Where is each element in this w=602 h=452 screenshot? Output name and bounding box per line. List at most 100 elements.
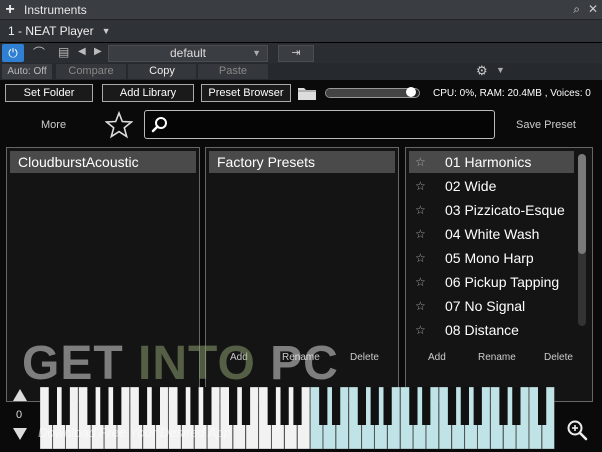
piano-black-key[interactable] — [538, 387, 547, 425]
piano-black-key[interactable] — [100, 387, 109, 425]
volume-slider[interactable] — [325, 87, 420, 98]
preset-list-item[interactable]: ☆ 06 Pickup Tapping — [409, 271, 574, 293]
folder-rename-button[interactable]: Rename — [282, 352, 320, 363]
piano-black-key[interactable] — [422, 387, 431, 425]
star-icon[interactable]: ☆ — [415, 151, 426, 173]
preset-rename-button[interactable]: Rename — [478, 352, 516, 363]
octave-down-button[interactable] — [13, 428, 27, 440]
piano-black-key[interactable] — [447, 387, 457, 425]
piano-black-key[interactable] — [473, 387, 482, 425]
window-titlebar: + Instruments ⌕ ✕ — [0, 0, 602, 20]
piano-black-key[interactable] — [319, 387, 328, 425]
piano-black-key[interactable] — [357, 387, 366, 425]
piano-black-key[interactable] — [138, 387, 148, 425]
piano-black-key[interactable] — [332, 387, 341, 425]
preset-select[interactable]: default ▼ — [108, 45, 268, 62]
library-header[interactable]: CloudburstAcoustic — [10, 151, 196, 173]
folder-header[interactable]: Factory Presets — [209, 151, 395, 173]
piano-black-key[interactable] — [460, 387, 469, 425]
preset-list-item[interactable]: ☆ 03 Pizzicato-Esque — [409, 199, 574, 221]
preset-select-value: default — [169, 46, 207, 60]
plugin-main-area: Set Folder Add Library Preset Browser CP… — [0, 80, 602, 452]
preset-panel[interactable]: ☆ 01 Harmonics ☆ 02 Wide ☆ 03 Pizzicato-Esque… — [405, 147, 593, 402]
power-icon[interactable]: ⏻ — [2, 44, 24, 62]
compare-button[interactable]: Compare — [56, 64, 126, 79]
preset-list-item-label: 04 White Wash — [445, 226, 540, 242]
prev-preset-button[interactable]: ◀ — [78, 46, 86, 57]
set-folder-button[interactable]: Set Folder — [5, 84, 93, 102]
preset-list-item-label: 08 Distance — [445, 322, 519, 338]
piano-black-key[interactable] — [229, 387, 238, 425]
piano-black-key[interactable] — [512, 387, 521, 425]
preset-delete-button[interactable]: Delete — [544, 352, 573, 363]
star-icon[interactable]: ☆ — [415, 319, 426, 341]
expand-icon[interactable]: ⇥ — [278, 45, 314, 62]
next-preset-button[interactable]: ▶ — [94, 46, 102, 57]
piano-black-key[interactable] — [383, 387, 392, 425]
folder-panel[interactable]: Factory Presets — [205, 147, 399, 402]
piano-black-key[interactable] — [409, 387, 418, 425]
automation-row: Auto: Off Compare Copy Paste ⚙ ▼ — [0, 63, 602, 80]
volume-slider-handle[interactable] — [406, 87, 416, 97]
piano-black-key[interactable] — [293, 387, 302, 425]
piano-keyboard[interactable] — [40, 387, 555, 449]
search-input[interactable] — [175, 114, 485, 136]
window-title: Instruments — [24, 2, 87, 17]
piano-black-key[interactable] — [370, 387, 379, 425]
piano-black-key[interactable] — [151, 387, 160, 425]
gear-icon[interactable]: ⚙ — [476, 63, 488, 79]
piano-black-key[interactable] — [48, 387, 57, 425]
folder-icon[interactable] — [297, 85, 317, 101]
preset-list-item-label: 07 No Signal — [445, 298, 526, 314]
chevron-down-icon: ▼ — [252, 48, 261, 58]
chevron-down-icon: ▼ — [101, 26, 111, 36]
star-icon[interactable]: ☆ — [415, 295, 426, 317]
octave-value: 0 — [16, 409, 23, 421]
search-field[interactable] — [144, 110, 495, 139]
preset-scrollbar-thumb[interactable] — [578, 154, 586, 254]
more-button[interactable]: More — [41, 119, 66, 131]
piano-black-key[interactable] — [113, 387, 122, 425]
star-icon[interactable]: ☆ — [415, 247, 426, 269]
chevron-down-icon[interactable]: ▼ — [496, 65, 505, 75]
star-icon[interactable]: ☆ — [415, 199, 426, 221]
preset-list-item[interactable]: ☆ 01 Harmonics — [409, 151, 574, 173]
preset-scrollbar[interactable] — [578, 154, 586, 326]
preset-list-item[interactable]: ☆ 08 Distance — [409, 319, 574, 341]
piano-black-key[interactable] — [280, 387, 289, 425]
piano-black-key[interactable] — [267, 387, 276, 425]
midi-icon[interactable]: ⌒ — [28, 45, 50, 61]
piano-black-key[interactable] — [61, 387, 70, 425]
piano-black-key[interactable] — [177, 387, 186, 425]
folder-add-button[interactable]: Add — [230, 352, 248, 363]
save-preset-button[interactable]: Save Preset — [516, 119, 576, 131]
preset-list-item[interactable]: ☆ 02 Wide — [409, 175, 574, 197]
preset-list-item[interactable]: ☆ 07 No Signal — [409, 295, 574, 317]
star-icon[interactable] — [105, 111, 133, 139]
octave-up-button[interactable] — [13, 389, 27, 401]
zoom-in-icon[interactable] — [566, 419, 588, 441]
preset-browser-button[interactable]: Preset Browser — [201, 84, 291, 102]
star-icon[interactable]: ☆ — [415, 223, 426, 245]
document-icon[interactable]: ▤ — [58, 45, 69, 59]
piano-black-key[interactable] — [241, 387, 251, 425]
star-icon[interactable]: ☆ — [415, 175, 426, 197]
piano-black-key[interactable] — [499, 387, 508, 425]
piano-black-key[interactable] — [87, 387, 96, 425]
preset-list-item[interactable]: ☆ 05 Mono Harp — [409, 247, 574, 269]
auto-off-button[interactable]: Auto: Off — [2, 64, 52, 79]
add-library-button[interactable]: Add Library — [102, 84, 194, 102]
paste-button[interactable]: Paste — [198, 64, 268, 79]
preset-list-item[interactable]: ☆ 04 White Wash — [409, 223, 574, 245]
instrument-select[interactable]: 1 - NEAT Player ▼ — [8, 24, 111, 38]
piano-black-key[interactable] — [203, 387, 212, 425]
pin-icon[interactable]: ⌕ — [573, 2, 580, 17]
star-icon[interactable]: ☆ — [415, 271, 426, 293]
close-icon[interactable]: ✕ — [588, 2, 598, 17]
library-panel[interactable]: CloudburstAcoustic — [6, 147, 200, 402]
preset-add-button[interactable]: Add — [428, 352, 446, 363]
piano-black-key[interactable] — [190, 387, 199, 425]
folder-delete-button[interactable]: Delete — [350, 352, 379, 363]
plus-icon[interactable]: + — [0, 1, 20, 19]
copy-button[interactable]: Copy — [128, 64, 196, 79]
